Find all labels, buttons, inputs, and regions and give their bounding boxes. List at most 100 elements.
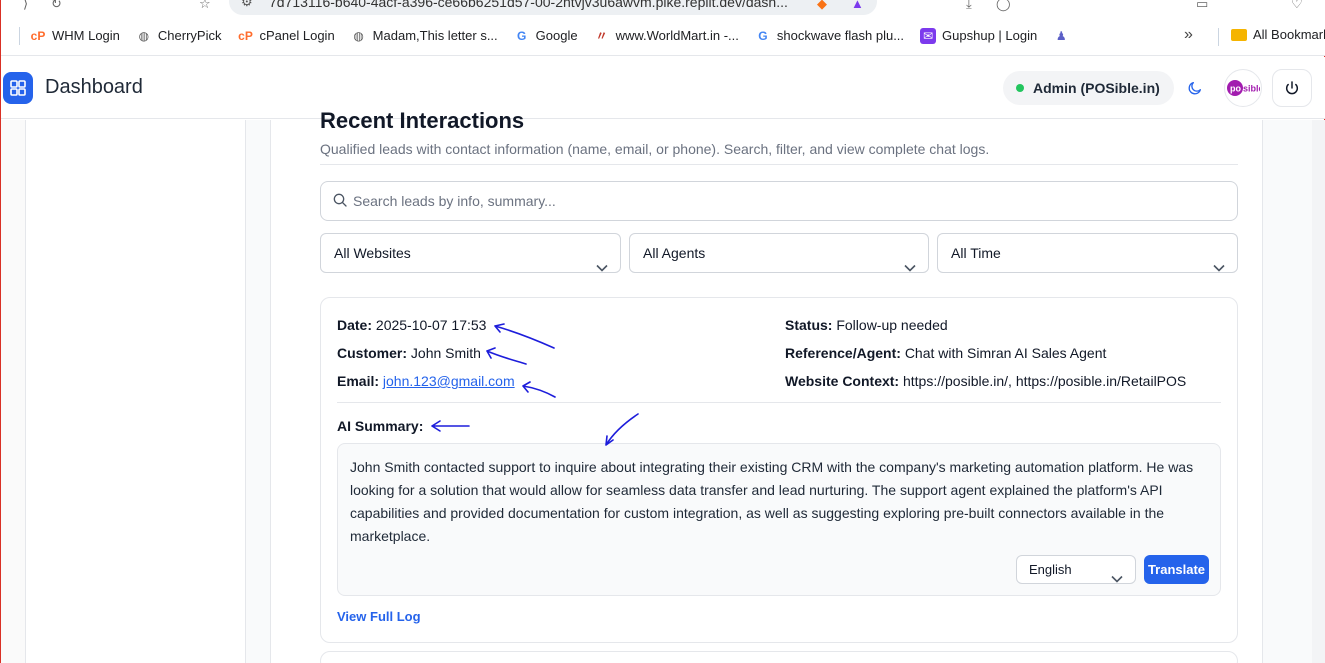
page-scrollbar[interactable] (1312, 120, 1325, 663)
bookmark-label: shockwave flash plu... (776, 28, 905, 43)
all-bookmarks-button[interactable]: All Bookmarks (1231, 27, 1325, 42)
bookmark-label: www.WorldMart.in -... (615, 28, 739, 43)
lead-date: Date: 2025-10-07 17:53 (337, 317, 486, 333)
site-info-icon[interactable]: ⚙ (241, 0, 253, 15)
cpanel-icon: cP (238, 28, 253, 43)
language-select[interactable]: English (1016, 555, 1136, 584)
website-filter-select[interactable]: All Websites (320, 233, 621, 273)
bookmark-cherrypick[interactable]: ◍ CherryPick (136, 28, 222, 44)
app-header: Dashboard Admin (POSible.in) po sible (1, 57, 1325, 119)
brand-avatar[interactable]: po sible (1224, 69, 1262, 107)
bookmark-teams[interactable]: ♟ (1053, 28, 1069, 44)
date-value: 2025-10-07 17:53 (375, 317, 487, 333)
bookmark-label: Google (535, 28, 578, 43)
bookmark-label: CherryPick (157, 28, 222, 43)
bookmark-star-icon[interactable]: ☆ (199, 0, 211, 12)
google-icon: G (758, 28, 768, 43)
google-icon: G (516, 28, 527, 43)
worldmart-icon: 〃 (595, 29, 608, 43)
search-lens-icon[interactable]: ◯ (996, 0, 1011, 12)
cpanel-icon: cP (30, 28, 46, 43)
bookmark-worldmart[interactable]: 〃 www.WorldMart.in -... (594, 28, 739, 44)
bookmarks-divider (19, 26, 20, 45)
bookmark-gupshup[interactable]: ✉ Gupshup | Login (920, 27, 1038, 44)
lead-website-context: Website Context: https://posible.in/, ht… (785, 373, 1186, 389)
agent-filter-value: All Agents (643, 245, 706, 261)
bookmark-madam-letter[interactable]: ◍ Madam,This letter s... (351, 28, 498, 44)
ai-summary-box: John Smith contacted support to inquire … (337, 443, 1221, 596)
ai-summary-text: John Smith contacted support to inquire … (350, 459, 1194, 544)
grid-logo-icon[interactable] (3, 72, 33, 104)
admin-label: Admin (POSible.in) (1033, 80, 1160, 96)
bookmark-label: Madam,This letter s... (372, 28, 498, 43)
website-filter-value: All Websites (334, 245, 411, 261)
date-label: Date: (337, 317, 373, 333)
divider (320, 164, 1238, 165)
agent-value: Chat with Simran AI Sales Agent (904, 345, 1107, 361)
bookmark-whm-login[interactable]: cP WHM Login (30, 28, 120, 44)
browser-toolbar: ⟩ ↻ ☆ ⚙ 7d713116-b640-4acf-a396-ce66b625… (1, 0, 1325, 16)
website-context-value: https://posible.in/, https://posible.in/… (902, 373, 1187, 389)
lead-agent: Reference/Agent: Chat with Simran AI Sal… (785, 345, 1106, 361)
svg-text:po: po (1230, 84, 1241, 94)
view-full-log-link[interactable]: View Full Log (337, 609, 421, 624)
language-value: English (1029, 562, 1072, 577)
all-bookmarks-label: All Bookmarks (1253, 27, 1325, 42)
divider (337, 402, 1221, 403)
translate-button[interactable]: Translate (1144, 555, 1209, 584)
chevron-down-icon (1213, 248, 1225, 286)
globe-icon: ◍ (353, 28, 364, 43)
bookmark-cpanel-login[interactable]: cP cPanel Login (238, 28, 335, 44)
page-title: Dashboard (45, 76, 143, 98)
website-context-label: Website Context: (785, 373, 900, 389)
status-value: Follow-up needed (836, 317, 948, 333)
chevron-down-icon (904, 248, 916, 286)
logout-power-icon[interactable] (1272, 69, 1312, 107)
globe-icon: ◍ (138, 28, 150, 43)
email-link[interactable]: john.123@gmail.com (383, 373, 515, 389)
teams-icon: ♟ (1055, 28, 1067, 43)
ai-summary-label: AI Summary: (337, 418, 424, 434)
bookmarks-divider (1218, 28, 1219, 46)
more-bookmarks-chevron-icon[interactable]: » (1184, 26, 1193, 44)
search-input[interactable] (353, 183, 1223, 219)
bookmark-label: WHM Login (52, 28, 120, 43)
reload-icon[interactable]: ↻ (51, 0, 62, 12)
email-label: Email: (337, 373, 380, 389)
address-bar[interactable]: ⚙ 7d713116-b640-4acf-a396-ce66b6251d57-0… (229, 0, 877, 15)
online-status-dot (1016, 84, 1024, 92)
bookmark-label: cPanel Login (259, 28, 335, 43)
chevron-down-icon (1111, 565, 1123, 592)
customer-value: John Smith (410, 345, 481, 361)
folder-icon (1231, 28, 1247, 41)
brave-shield-icon[interactable]: ◆ (817, 0, 827, 12)
chevron-down-icon (596, 248, 608, 286)
search-icon (332, 192, 348, 213)
section-title: Recent Interactions (320, 108, 525, 133)
lead-search-box[interactable] (320, 181, 1238, 221)
left-gutter (1, 120, 26, 663)
sidebar (26, 120, 246, 663)
gupshup-icon: ✉ (920, 27, 937, 44)
bookmarks-bar: cP WHM Login ◍ CherryPick cP cPanel Logi… (1, 16, 1325, 56)
section-subtitle: Qualified leads with contact information… (320, 141, 990, 157)
download-icon[interactable]: ⤓ (966, 0, 972, 12)
status-label: Status: (785, 317, 833, 333)
lead-email: Email: john.123@gmail.com (337, 373, 515, 389)
theme-toggle-moon-icon[interactable] (1183, 76, 1207, 100)
bookmark-label: Gupshup | Login (942, 28, 1038, 43)
time-filter-select[interactable]: All Time (937, 233, 1238, 273)
bookmark-google[interactable]: G Google (514, 28, 578, 44)
profile-icon[interactable]: ♡ (1291, 0, 1303, 12)
tab-icon[interactable]: ▭ (1196, 0, 1208, 12)
url-text: 7d713116-b640-4acf-a396-ce66b6251d57-00-… (269, 0, 788, 10)
bookmark-shockwave[interactable]: G shockwave flash plu... (755, 28, 904, 44)
forward-icon[interactable]: ⟩ (23, 0, 28, 12)
time-filter-value: All Time (951, 245, 1001, 261)
agent-filter-select[interactable]: All Agents (629, 233, 929, 273)
agent-label: Reference/Agent: (785, 345, 901, 361)
customer-label: Customer: (337, 345, 408, 361)
admin-status-badge: Admin (POSible.in) (1003, 71, 1174, 105)
rewards-icon[interactable]: ▲ (851, 0, 864, 11)
lead-customer: Customer: John Smith (337, 345, 481, 361)
